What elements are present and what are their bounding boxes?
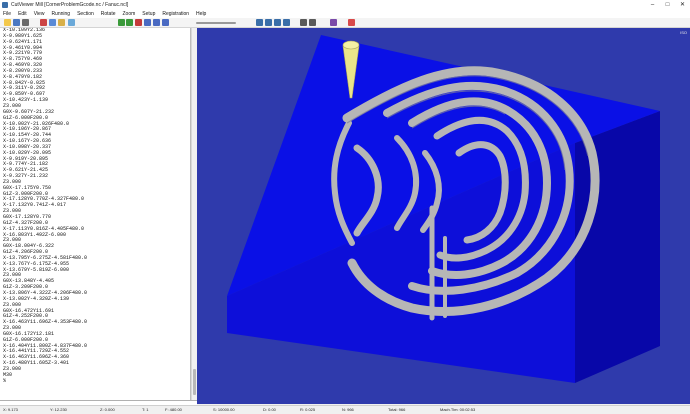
menu-bar: File Edit View Running Section Rotate Zo… (0, 10, 690, 18)
pause-icon[interactable] (144, 19, 151, 26)
status-tool: T: 1 (142, 407, 149, 412)
view-orientation-label: ISO (680, 30, 687, 35)
tool-top (342, 40, 360, 50)
status-z: Z: 0.000 (100, 407, 115, 412)
print-icon[interactable] (22, 19, 29, 26)
side-view-icon[interactable] (283, 19, 290, 26)
menu-setup[interactable]: Setup (142, 10, 155, 18)
app-icon (2, 2, 8, 8)
status-x: X: 9.173 (3, 407, 18, 412)
menu-view[interactable]: View (34, 10, 45, 18)
status-y: Y: 12.230 (50, 407, 67, 412)
title-bar: CutViewer Mill [CornerProblemGcode.nc / … (0, 0, 690, 10)
isometric-icon[interactable] (256, 19, 263, 26)
menu-zoom[interactable]: Zoom (123, 10, 136, 18)
menu-section[interactable]: Section (77, 10, 94, 18)
menu-running[interactable]: Running (51, 10, 70, 18)
zoom-in-icon[interactable] (300, 19, 307, 26)
open-icon[interactable] (4, 19, 11, 26)
status-total: Total: 966 (388, 407, 406, 412)
status-mach-time: Mach.Tim: 00:02:53 (440, 407, 476, 412)
menu-registration[interactable]: Registration (162, 10, 189, 18)
menu-rotate[interactable]: Rotate (101, 10, 116, 18)
status-feed: F: 480.00 (165, 407, 182, 412)
copy-icon[interactable] (49, 19, 56, 26)
save-icon[interactable] (13, 19, 20, 26)
menu-help[interactable]: Help (196, 10, 206, 18)
gcode-line[interactable]: % (0, 378, 190, 385)
minimize-button[interactable]: – (645, 0, 660, 10)
rewind-icon[interactable] (153, 19, 160, 26)
gcode-editor[interactable]: X-10.109Y2.136 X-9.989Y1.625 X-9.624Y1.171… (0, 28, 191, 400)
zoom-out-icon[interactable] (309, 19, 316, 26)
stop-icon[interactable] (135, 19, 142, 26)
step-icon[interactable] (126, 19, 133, 26)
status-d: D: 0.00 (263, 407, 276, 412)
menu-file[interactable]: File (3, 10, 11, 18)
simulation-viewport[interactable]: ISO (197, 28, 690, 404)
maximize-button[interactable]: □ (660, 0, 675, 10)
play-icon[interactable] (118, 19, 125, 26)
machining-simulation (227, 35, 660, 383)
scrollbar-thumb[interactable] (193, 369, 196, 395)
top-view-icon[interactable] (265, 19, 272, 26)
window-controls: – □ ✕ (645, 0, 690, 10)
undo-icon[interactable] (68, 19, 75, 26)
window-title: CutViewer Mill [CornerProblemGcode.nc / … (11, 2, 129, 8)
status-n: N: 966 (342, 407, 354, 412)
close-button[interactable]: ✕ (675, 0, 690, 10)
status-r: R: 0.025 (300, 407, 316, 412)
paste-icon[interactable] (58, 19, 65, 26)
measure-icon[interactable] (330, 19, 337, 26)
toolbar (0, 18, 690, 28)
status-bar: X: 9.173 Y: 12.230 Z: 0.000 T: 1 F: 480.… (0, 405, 690, 414)
front-view-icon[interactable] (274, 19, 281, 26)
forward-icon[interactable] (162, 19, 169, 26)
status-spindle: S: 10000.00 (213, 407, 235, 412)
speed-slider-icon[interactable] (196, 22, 236, 24)
menu-edit[interactable]: Edit (18, 10, 27, 18)
cut-icon[interactable] (40, 19, 47, 26)
color-icon[interactable] (348, 19, 355, 26)
